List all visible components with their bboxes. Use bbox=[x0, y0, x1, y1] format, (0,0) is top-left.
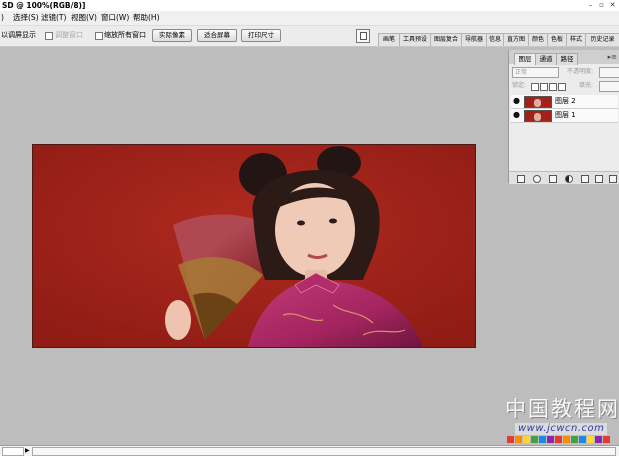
hand bbox=[165, 300, 191, 340]
print-size-button[interactable]: 打印尺寸 bbox=[241, 29, 281, 42]
layer-thumbnail bbox=[524, 110, 552, 122]
fit-on-screen-label: 以调屏显示 bbox=[1, 31, 36, 39]
tab-tool-presets[interactable]: 工具预设 bbox=[399, 33, 431, 46]
tab-history[interactable]: 历史记录 bbox=[585, 33, 619, 46]
link-layers-icon[interactable] bbox=[517, 175, 525, 183]
menu-window[interactable]: 窗口(W) bbox=[101, 12, 129, 24]
watermark-chinese: 中国教程网 bbox=[505, 397, 619, 421]
visibility-eye-icon[interactable]: ● bbox=[513, 111, 521, 119]
resize-windows-label: 调整窗口 bbox=[55, 31, 83, 39]
new-group-icon[interactable] bbox=[581, 175, 589, 183]
tab-info[interactable]: 信息 bbox=[486, 33, 504, 46]
tab-styles[interactable]: 样式 bbox=[566, 33, 586, 46]
layer-style-icon[interactable] bbox=[533, 175, 541, 183]
minimize-button[interactable]: – bbox=[586, 1, 595, 9]
panel-menu-icon[interactable]: ▸≡ bbox=[608, 53, 617, 62]
photo-illustration bbox=[33, 145, 475, 347]
menu-filter[interactable]: 滤镜(T) bbox=[41, 12, 66, 24]
layers-panel-header: 图层 通道 路径 ▸≡ bbox=[509, 50, 619, 65]
watermark-url: www.jcwcn.com bbox=[515, 423, 608, 435]
lock-all-icon[interactable] bbox=[558, 83, 566, 91]
fill-field[interactable] bbox=[599, 81, 619, 92]
zoom-all-windows-checkbox[interactable] bbox=[95, 32, 103, 40]
zoom-all-windows-label: 缩放所有窗口 bbox=[104, 31, 146, 39]
window-title: SD @ 100%(RGB/8)] bbox=[2, 1, 86, 10]
trash-icon[interactable] bbox=[609, 175, 617, 183]
layer-name: 图层 2 bbox=[555, 97, 576, 105]
watermark: 中国教程网 www.jcwcn.com bbox=[505, 397, 619, 443]
menu-bar: ) 选择(S) 滤镜(T) 视图(V) 窗口(W) 帮助(H) bbox=[0, 11, 619, 26]
tab-layers[interactable]: 图层 bbox=[514, 53, 536, 65]
watermark-color-squares bbox=[507, 436, 610, 443]
opacity-field[interactable] bbox=[599, 67, 619, 78]
menu-view[interactable]: 视图(V) bbox=[71, 12, 97, 24]
document-canvas[interactable] bbox=[32, 144, 476, 348]
layers-panel: 图层 通道 路径 ▸≡ 正常 不透明度: 锁定: 填充: ● 图层 2 ● 图层… bbox=[508, 50, 619, 184]
add-mask-icon[interactable] bbox=[549, 175, 557, 183]
menu-select[interactable]: 选择(S) bbox=[13, 12, 39, 24]
palette-well-icon[interactable] bbox=[356, 29, 370, 43]
tab-color[interactable]: 颜色 bbox=[528, 33, 548, 46]
adjustment-layer-icon[interactable] bbox=[565, 175, 573, 183]
close-button[interactable]: ✕ bbox=[608, 1, 617, 9]
layer-thumbnail bbox=[524, 96, 552, 108]
layer-row-2[interactable]: ● 图层 2 bbox=[511, 95, 618, 109]
fit-screen-button[interactable]: 适合屏幕 bbox=[197, 29, 237, 42]
tab-layer-comps[interactable]: 图层复合 bbox=[430, 33, 462, 46]
restore-button[interactable]: ▫ bbox=[597, 1, 606, 9]
tab-brushes[interactable]: 画笔 bbox=[378, 33, 400, 46]
status-menu-arrow-icon[interactable]: ▶ bbox=[25, 447, 30, 455]
tab-channels[interactable]: 通道 bbox=[535, 53, 557, 65]
options-bar: 以调屏显示 调整窗口 缩放所有窗口 实际像素 适合屏幕 打印尺寸 画笔 工具预设… bbox=[0, 26, 619, 47]
layer-name: 图层 1 bbox=[555, 111, 576, 119]
new-layer-icon[interactable] bbox=[595, 175, 603, 183]
blend-mode-select[interactable]: 正常 bbox=[512, 67, 559, 78]
status-bar: ▶ bbox=[0, 445, 619, 456]
opacity-label: 不透明度: bbox=[567, 68, 594, 75]
layers-panel-footer bbox=[509, 171, 619, 184]
lock-transparent-icon[interactable] bbox=[531, 83, 539, 91]
tab-paths[interactable]: 路径 bbox=[556, 53, 578, 65]
lock-label: 锁定: bbox=[512, 82, 527, 89]
lock-image-icon[interactable] bbox=[540, 83, 548, 91]
tab-histogram[interactable]: 直方图 bbox=[503, 33, 529, 46]
menu-help[interactable]: 帮助(H) bbox=[133, 12, 160, 24]
tab-swatches[interactable]: 色板 bbox=[547, 33, 567, 46]
fill-label: 填充: bbox=[579, 82, 594, 89]
layer-row-1[interactable]: ● 图层 1 bbox=[511, 109, 618, 123]
visibility-eye-icon[interactable]: ● bbox=[513, 97, 521, 105]
title-bar: SD @ 100%(RGB/8)] – ▫ ✕ bbox=[0, 0, 619, 11]
lock-position-icon[interactable] bbox=[549, 83, 557, 91]
menu-fragment[interactable]: ) bbox=[1, 12, 4, 24]
tab-navigator[interactable]: 导航器 bbox=[461, 33, 487, 46]
actual-pixels-button[interactable]: 实际像素 bbox=[152, 29, 192, 42]
resize-windows-checkbox[interactable] bbox=[45, 32, 53, 40]
